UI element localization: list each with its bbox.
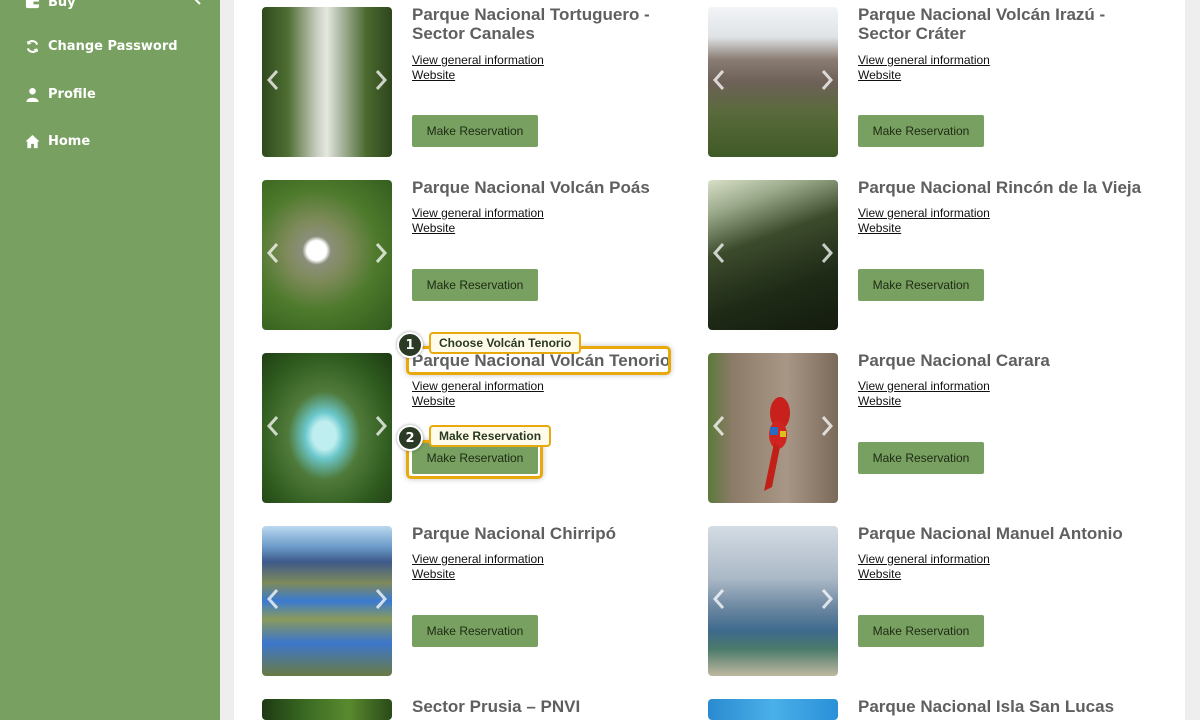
sidebar-item-buy[interactable]: Buy (24, 0, 204, 14)
river-canal-photo (262, 7, 392, 157)
website-link[interactable]: Website (858, 68, 901, 82)
park-title: Parque Nacional Tortuguero - Sector Cana… (412, 5, 650, 43)
website-link[interactable]: Website (412, 394, 455, 408)
mountain-lakes-photo (262, 526, 392, 676)
make-reservation-button[interactable]: Make Reservation (858, 115, 984, 147)
carousel-prev-icon[interactable] (712, 415, 726, 437)
sidebar-item-label: Buy (48, 0, 76, 10)
scarlet-macaw-photo (708, 353, 838, 503)
make-reservation-button[interactable]: Make Reservation (412, 115, 538, 147)
carousel-prev-icon[interactable] (712, 242, 726, 264)
park-title: Parque Nacional Volcán Poás (412, 178, 650, 197)
step-badge: 1 (397, 332, 423, 358)
blue-waterfall-photo (262, 353, 392, 503)
crater-lake-aerial-photo (262, 180, 392, 330)
make-reservation-button[interactable]: Make Reservation (858, 442, 984, 474)
general-info-link[interactable]: View general information (858, 206, 990, 220)
website-link[interactable]: Website (858, 394, 901, 408)
coast-island-photo (708, 526, 838, 676)
carousel-next-icon[interactable] (820, 242, 834, 264)
park-title: Parque Nacional Rincón de la Vieja (858, 178, 1142, 197)
make-reservation-button[interactable]: Make Reservation (858, 615, 984, 647)
general-info-link[interactable]: View general information (412, 206, 544, 220)
user-icon (24, 86, 40, 102)
carousel-next-icon[interactable] (374, 415, 388, 437)
carousel-next-icon[interactable] (820, 415, 834, 437)
park-title: Parque Nacional Volcán Irazú - Sector Cr… (858, 5, 1106, 43)
make-reservation-button[interactable]: Make Reservation (412, 615, 538, 647)
carousel-prev-icon[interactable] (712, 588, 726, 610)
carousel-next-icon[interactable] (374, 69, 388, 91)
carousel-prev-icon[interactable] (266, 69, 280, 91)
step-tooltip: Make Reservation (429, 425, 552, 447)
carousel-prev-icon[interactable] (266, 242, 280, 264)
step-badge: 2 (397, 425, 423, 451)
sidebar-item-label: Home (48, 133, 91, 149)
general-info-link[interactable]: View general information (858, 379, 990, 393)
home-icon (24, 133, 40, 149)
carousel-next-icon[interactable] (820, 69, 834, 91)
refresh-icon (24, 38, 40, 54)
carousel-prev-icon[interactable] (712, 69, 726, 91)
make-reservation-button[interactable]: Make Reservation (858, 269, 984, 301)
sidebar-item-change-password[interactable]: Change Password (24, 34, 178, 58)
green-forest-photo (262, 699, 392, 720)
wallet-icon (24, 0, 40, 10)
carousel-next-icon[interactable] (374, 588, 388, 610)
park-title: Sector Prusia – PNVI (412, 697, 581, 716)
sidebar-item-label: Change Password (48, 38, 178, 54)
park-title: Parque Nacional Manuel Antonio (858, 524, 1123, 543)
carousel-next-icon[interactable] (374, 242, 388, 264)
sidebar-item-home[interactable]: Home (24, 129, 90, 153)
website-link[interactable]: Website (858, 221, 901, 235)
website-link[interactable]: Website (858, 567, 901, 581)
sidebar: Buy Change Password Profile Home (0, 0, 220, 720)
volcano-crater-photo (708, 7, 838, 157)
macaw-shape (764, 397, 790, 491)
carousel-prev-icon[interactable] (266, 588, 280, 610)
park-title: Parque Nacional Isla San Lucas (858, 697, 1115, 716)
step-tooltip: Choose Volcán Tenorio (429, 332, 582, 354)
general-info-link[interactable]: View general information (412, 53, 544, 67)
general-info-link[interactable]: View general information (412, 379, 544, 393)
website-link[interactable]: Website (412, 68, 455, 82)
park-title: Parque Nacional Chirripó (412, 524, 617, 543)
forest-sunbeams-photo (708, 180, 838, 330)
sidebar-item-label: Profile (48, 86, 96, 102)
make-reservation-button[interactable]: Make Reservation (412, 269, 538, 301)
carousel-next-icon[interactable] (820, 588, 834, 610)
website-link[interactable]: Website (412, 567, 455, 581)
carousel-prev-icon[interactable] (266, 415, 280, 437)
chevron-left-icon (192, 0, 204, 6)
blue-sea-photo (708, 699, 838, 720)
general-info-link[interactable]: View general information (858, 552, 990, 566)
general-info-link[interactable]: View general information (412, 552, 544, 566)
park-title: Parque Nacional Carara (858, 351, 1050, 370)
sidebar-item-profile[interactable]: Profile (24, 82, 96, 106)
website-link[interactable]: Website (412, 221, 455, 235)
general-info-link[interactable]: View general information (858, 53, 990, 67)
